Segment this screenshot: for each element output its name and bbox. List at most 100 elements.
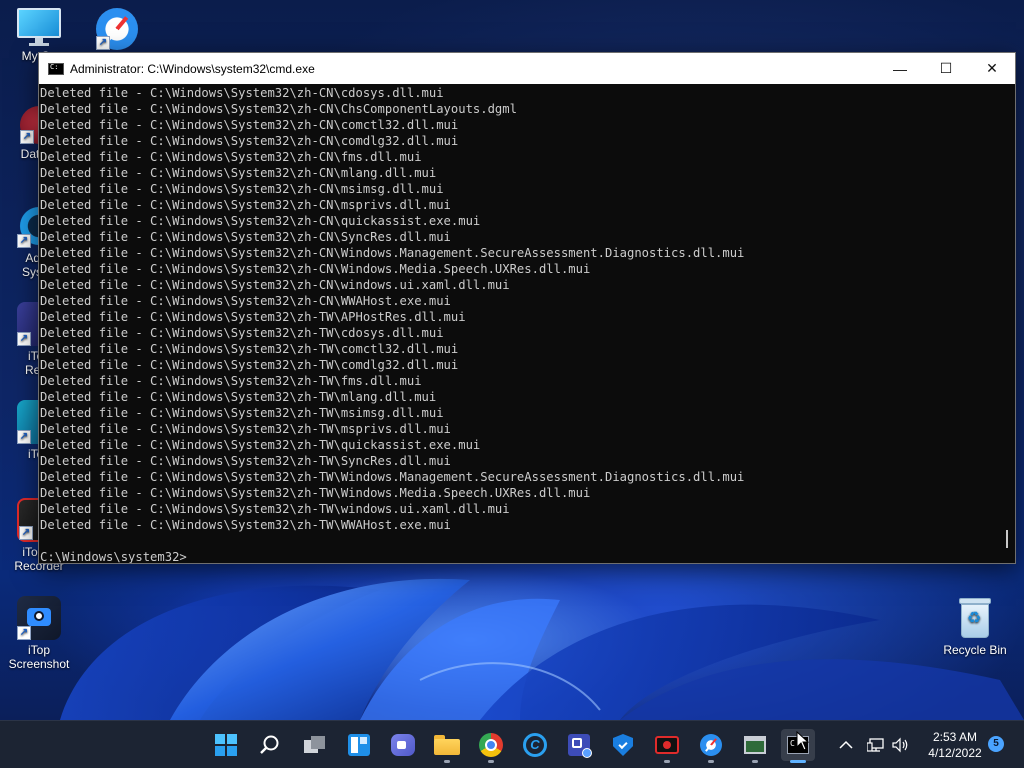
console-line: Deleted file - C:\Windows\System32\zh-TW… xyxy=(40,310,466,324)
chevron-up-icon xyxy=(839,740,853,749)
screen-recorder-button[interactable] xyxy=(650,729,684,763)
desktop-icon-recycle-bin[interactable]: ♻ Recycle Bin xyxy=(936,596,1014,657)
clock[interactable]: 2:53 AM 4/12/2022 xyxy=(921,729,989,761)
mouse-cursor-icon xyxy=(796,731,810,751)
minimize-button[interactable]: — xyxy=(877,53,923,84)
window-app-button[interactable] xyxy=(738,729,772,763)
console-line: Deleted file - C:\Windows\System32\zh-CN… xyxy=(40,166,437,180)
close-button[interactable]: ✕ xyxy=(969,53,1015,84)
console-line: Deleted file - C:\Windows\System32\zh-TW… xyxy=(40,326,444,340)
running-indicator xyxy=(708,760,714,763)
speaker-icon xyxy=(892,737,908,753)
console-output[interactable]: Deleted file - C:\Windows\System32\zh-CN… xyxy=(39,84,999,563)
shortcut-arrow-icon: ↗ xyxy=(19,526,33,540)
console-line: Deleted file - C:\Windows\System32\zh-CN… xyxy=(40,230,451,244)
running-indicator xyxy=(752,760,758,763)
cmd-title-bar[interactable]: Administrator: C:\Windows\system32\cmd.e… xyxy=(39,53,1015,84)
cmd-app-icon xyxy=(48,62,64,75)
desktop-icon-itop-screenshot[interactable]: ↗ iTop Screenshot xyxy=(0,596,78,671)
chrome-icon xyxy=(479,733,503,757)
task-view-icon xyxy=(304,736,326,754)
console-line: Deleted file - C:\Windows\System32\zh-TW… xyxy=(40,358,459,372)
widgets-button[interactable] xyxy=(342,729,376,761)
remote-app-icon xyxy=(568,734,592,758)
console-line: Deleted file - C:\Windows\System32\zh-TW… xyxy=(40,406,444,420)
console-line: Deleted file - C:\Windows\System32\zh-CN… xyxy=(40,278,510,292)
remote-app-button[interactable] xyxy=(562,729,596,761)
chat-button[interactable] xyxy=(386,729,420,761)
console-line: Deleted file - C:\Windows\System32\zh-TW… xyxy=(40,374,422,388)
console-line: Deleted file - C:\Windows\System32\zh-CN… xyxy=(40,86,444,100)
console-line: Deleted file - C:\Windows\System32\zh-TW… xyxy=(40,518,451,532)
console-line: Deleted file - C:\Windows\System32\zh-TW… xyxy=(40,422,451,436)
chat-icon xyxy=(391,734,415,756)
window-title: Administrator: C:\Windows\system32\cmd.e… xyxy=(70,61,315,76)
camera-icon: ↗ xyxy=(17,596,61,640)
recycle-bin-icon: ♻ xyxy=(957,596,993,640)
shield-app-button[interactable] xyxy=(606,729,640,761)
console-line: Deleted file - C:\Windows\System32\zh-TW… xyxy=(40,454,451,468)
console-line: Deleted file - C:\Windows\System32\zh-CN… xyxy=(40,102,517,116)
wallpaper-bloom-art xyxy=(60,578,1024,720)
window-app-icon xyxy=(744,736,766,754)
desktop-icon-label: Recycle Bin xyxy=(943,643,1007,657)
safari-button[interactable] xyxy=(694,729,728,763)
console-line: Deleted file - C:\Windows\System32\zh-TW… xyxy=(40,486,591,500)
show-hidden-icons-button[interactable] xyxy=(832,729,860,761)
shield-icon xyxy=(613,734,633,756)
ccleaner-icon: C xyxy=(523,733,547,757)
console-line: Deleted file - C:\Windows\System32\zh-CN… xyxy=(40,182,444,196)
shortcut-arrow-icon: ↗ xyxy=(17,626,31,640)
screen-recorder-icon xyxy=(655,736,679,754)
folder-icon xyxy=(434,735,460,755)
widgets-icon xyxy=(348,734,370,756)
network-button[interactable] xyxy=(862,729,890,761)
task-view-button[interactable] xyxy=(298,729,332,761)
windows-logo-icon xyxy=(215,734,237,756)
running-indicator xyxy=(488,760,494,763)
ccleaner-button[interactable]: C xyxy=(518,729,552,761)
console-line: Deleted file - C:\Windows\System32\zh-CN… xyxy=(40,262,591,276)
maximize-button[interactable]: ☐ xyxy=(923,53,969,84)
console-line: Deleted file - C:\Windows\System32\zh-CN… xyxy=(40,118,459,132)
search-icon xyxy=(260,735,279,754)
console-line: Deleted file - C:\Windows\System32\zh-CN… xyxy=(40,294,451,308)
shortcut-arrow-icon: ↗ xyxy=(17,332,31,346)
console-line: Deleted file - C:\Windows\System32\zh-CN… xyxy=(40,214,481,228)
console-line: Deleted file - C:\Windows\System32\zh-TW… xyxy=(40,502,510,516)
file-explorer-button[interactable] xyxy=(430,729,464,763)
running-indicator xyxy=(444,760,450,763)
start-button[interactable] xyxy=(209,729,243,761)
monitor-icon xyxy=(17,8,61,46)
clock-date: 4/12/2022 xyxy=(928,746,982,760)
shortcut-arrow-icon: ↗ xyxy=(96,36,110,50)
console-line: Deleted file - C:\Windows\System32\zh-TW… xyxy=(40,470,745,484)
console-line: Deleted file - C:\Windows\System32\zh-TW… xyxy=(40,438,481,452)
notification-badge[interactable]: 5 xyxy=(988,736,1004,752)
volume-button[interactable] xyxy=(888,729,914,761)
running-indicator xyxy=(664,760,670,763)
console-line: Deleted file - C:\Windows\System32\zh-TW… xyxy=(40,342,459,356)
console-line: Deleted file - C:\Windows\System32\zh-TW… xyxy=(40,390,437,404)
shortcut-arrow-icon: ↗ xyxy=(20,130,34,144)
network-icon xyxy=(867,738,884,752)
console-line: Deleted file - C:\Windows\System32\zh-CN… xyxy=(40,246,745,260)
running-indicator xyxy=(790,760,806,763)
taskbar: C C:\ xyxy=(0,720,1024,768)
desktop-icon-safari[interactable]: ↗ xyxy=(78,8,156,53)
console-line: Deleted file - C:\Windows\System32\zh-CN… xyxy=(40,198,451,212)
compass-icon: ↗ xyxy=(96,8,138,50)
desktop-icon-label: iTop xyxy=(27,643,50,657)
console-scrollbar[interactable] xyxy=(998,84,1015,563)
compass-icon xyxy=(700,734,722,756)
cmd-window[interactable]: Administrator: C:\Windows\system32\cmd.e… xyxy=(38,52,1016,564)
console-line: Deleted file - C:\Windows\System32\zh-CN… xyxy=(40,134,459,148)
scrollbar-thumb[interactable] xyxy=(1006,530,1008,548)
console-line: Deleted file - C:\Windows\System32\zh-CN… xyxy=(40,150,422,164)
console-line: C:\Windows\system32> xyxy=(40,550,187,563)
chrome-button[interactable] xyxy=(474,729,508,763)
search-button[interactable] xyxy=(253,729,287,761)
clock-time: 2:53 AM xyxy=(932,730,978,744)
shortcut-arrow-icon: ↗ xyxy=(17,234,31,248)
